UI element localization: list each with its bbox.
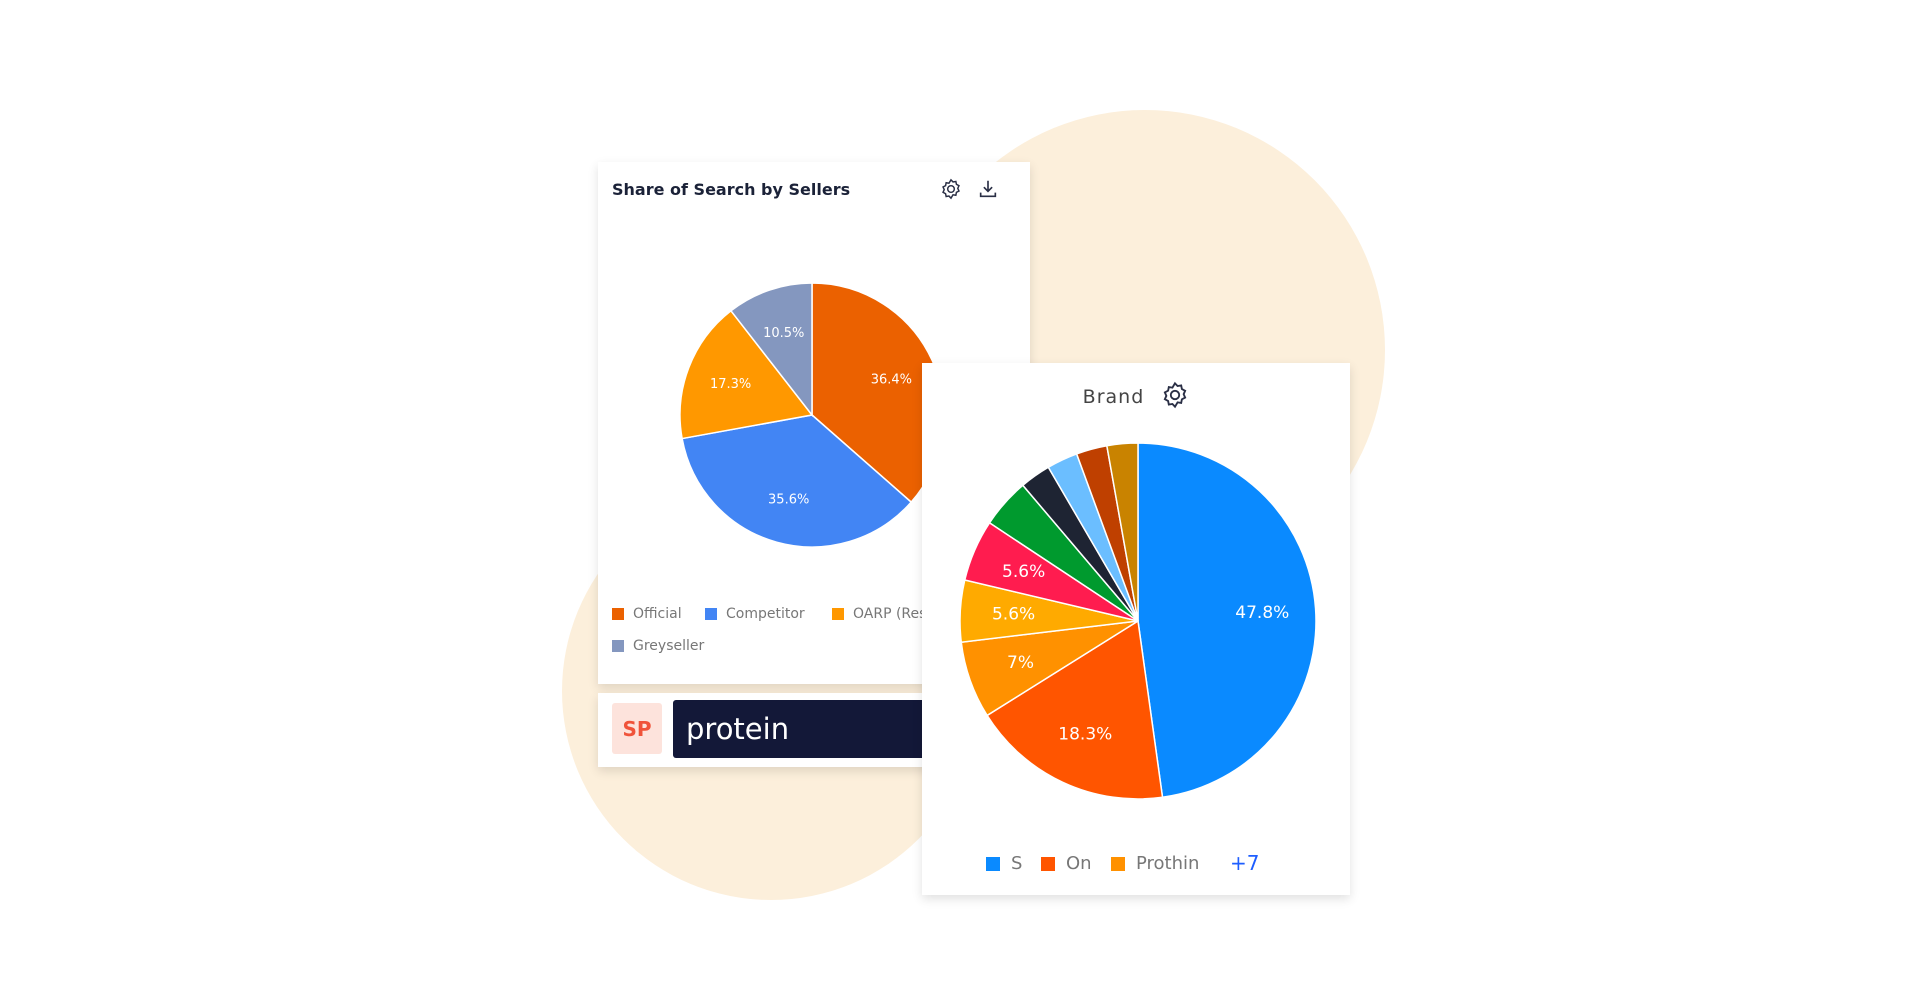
legend-label: OARP (Res <box>853 606 927 622</box>
legend-item[interactable]: Prothin <box>1111 853 1199 874</box>
brand-card: Brand 47.8% 18.3% 7% 5.6% 5.6% S On Prothin +7 <box>922 363 1350 895</box>
legend-label: On <box>1066 853 1092 874</box>
legend-label: Prothin <box>1136 853 1200 874</box>
keyword-field[interactable]: protein <box>673 700 950 758</box>
slice-label: 5.6% <box>1002 562 1045 582</box>
slice-label: 18.3% <box>1058 725 1112 745</box>
legend-item[interactable]: Greyseller <box>612 638 704 654</box>
legend-swatch <box>832 608 844 620</box>
legend-label: Competitor <box>726 606 805 622</box>
legend-swatch <box>612 640 624 652</box>
legend-item[interactable]: Competitor <box>705 606 805 622</box>
legend-label: S <box>1011 853 1023 874</box>
legend-swatch <box>986 856 1000 871</box>
sp-badge: SP <box>612 703 662 754</box>
slice-label: 36.4% <box>871 372 912 387</box>
slice-label: 47.8% <box>1235 603 1289 623</box>
brand-pie-chart: 47.8% 18.3% 7% 5.6% 5.6% <box>959 442 1317 800</box>
legend-label: Official <box>633 606 682 622</box>
legend-item[interactable]: Official <box>612 606 682 622</box>
legend-swatch <box>612 608 624 620</box>
legend-swatch <box>705 608 717 620</box>
legend-swatch <box>1041 856 1055 871</box>
legend-swatch <box>1111 856 1125 871</box>
keyword-card: SP protein <box>598 693 964 767</box>
legend-label: Greyseller <box>633 638 705 654</box>
slice-label: 10.5% <box>763 326 804 341</box>
slice-label: 35.6% <box>768 492 809 507</box>
slice-label: 7% <box>1007 653 1034 673</box>
slice-label: 5.6% <box>992 605 1035 625</box>
legend-more-link[interactable]: +7 <box>1230 851 1259 875</box>
legend-item[interactable]: S <box>986 853 1022 874</box>
legend-item[interactable]: OARP (Res <box>832 606 926 622</box>
legend-item[interactable]: On <box>1041 853 1092 874</box>
slice-label: 17.3% <box>710 377 751 392</box>
